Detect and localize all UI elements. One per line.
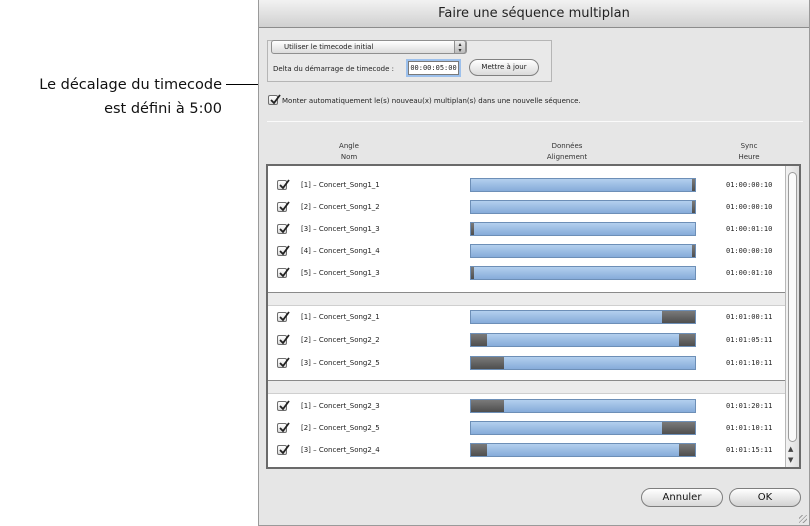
sync-time: 01:01:00:11	[726, 313, 773, 321]
alignment-bar	[470, 399, 696, 413]
checkmark-icon	[279, 311, 290, 322]
column-header-sync: Sync Heure	[719, 141, 779, 163]
sync-time: 01:00:01:10	[726, 269, 773, 277]
callout-line-2: est défini à 5:00	[104, 101, 222, 117]
sync-time: 01:00:00:10	[726, 203, 773, 211]
clip-name: [2] – Concert_Song2_5	[301, 424, 380, 432]
cancel-button[interactable]: Annuler	[641, 488, 723, 507]
sync-time: 01:01:15:11	[726, 446, 773, 454]
sync-time: 01:01:05:11	[726, 336, 773, 344]
clip-name: [2] – Concert_Song1_2	[301, 203, 380, 211]
alignment-bar	[470, 421, 696, 435]
multiclip-dialog: Faire une séquence multiplan Utiliser le…	[258, 0, 810, 526]
row-checkbox[interactable]	[277, 422, 290, 433]
checkmark-icon	[279, 334, 290, 345]
row-checkbox[interactable]	[277, 400, 290, 411]
checkmark-icon	[279, 357, 290, 368]
clip-name: [3] – Concert_Song2_4	[301, 446, 380, 454]
alignment-bar	[470, 333, 696, 347]
group-separator	[268, 292, 785, 306]
sync-time: 01:01:20:11	[726, 402, 773, 410]
checkmark-icon	[279, 422, 290, 433]
sync-time: 01:00:01:10	[726, 225, 773, 233]
row-checkbox[interactable]	[277, 223, 290, 234]
row-checkbox[interactable]	[277, 201, 290, 212]
update-button[interactable]: Mettre à jour	[469, 59, 539, 76]
row-checkbox[interactable]	[277, 444, 290, 455]
column-header-angle: Angle Nom	[319, 141, 379, 163]
alignment-bar	[470, 222, 696, 236]
dialog-title: Faire une séquence multiplan	[259, 0, 809, 28]
checkmark-icon	[270, 94, 281, 105]
row-checkbox[interactable]	[277, 267, 290, 278]
checkmark-icon	[279, 400, 290, 411]
row-checkbox[interactable]	[277, 311, 290, 322]
header-name: Nom	[340, 153, 358, 161]
divider	[267, 121, 803, 122]
auto-open-label: Monter automatiquement le(s) nouveau(x) …	[282, 97, 581, 105]
clip-name: [2] – Concert_Song2_2	[301, 336, 380, 344]
alignment-bar	[470, 200, 696, 214]
column-header-data: Données Alignement	[527, 141, 607, 163]
header-time: Heure	[738, 153, 760, 161]
clip-name: [3] – Concert_Song2_5	[301, 359, 380, 367]
ok-button[interactable]: OK	[729, 488, 801, 507]
row-checkbox[interactable]	[277, 245, 290, 256]
header-alignment: Alignement	[546, 153, 588, 161]
delta-label: Delta du démarrage de timecode :	[273, 65, 395, 73]
scroll-thumb[interactable]	[788, 172, 797, 442]
checkmark-icon	[279, 223, 290, 234]
clip-name: [1] – Concert_Song1_1	[301, 181, 380, 189]
clip-name: [3] – Concert_Song1_3	[301, 225, 380, 233]
auto-open-checkbox[interactable]	[268, 94, 281, 105]
header-sync: Sync	[740, 142, 758, 150]
alignment-bar	[470, 178, 696, 192]
checkmark-icon	[279, 267, 290, 278]
callout-line-1: Le décalage du timecode	[39, 77, 222, 93]
delta-timecode-field[interactable]: 00:00:05:00	[408, 61, 459, 75]
row-checkbox[interactable]	[277, 357, 290, 368]
vertical-scrollbar[interactable]: ▲ ▼	[785, 166, 799, 467]
row-checkbox[interactable]	[277, 334, 290, 345]
callout-text: Le décalage du timecode est défini à 5:0…	[0, 73, 222, 121]
clip-name: [4] – Concert_Song1_4	[301, 247, 380, 255]
checkmark-icon	[279, 245, 290, 256]
clip-name: [5] – Concert_Song1_3	[301, 269, 380, 277]
alignment-bar	[470, 356, 696, 370]
clip-name: [1] – Concert_Song2_3	[301, 402, 380, 410]
scroll-up-arrow-icon[interactable]: ▲	[788, 445, 793, 453]
clip-name: [1] – Concert_Song2_1	[301, 313, 380, 321]
row-checkbox[interactable]	[277, 179, 290, 190]
group-separator	[268, 380, 785, 394]
alignment-bar	[470, 443, 696, 457]
up-down-arrows-icon: ▴ ▾	[454, 40, 466, 54]
sync-time: 01:00:00:10	[726, 181, 773, 189]
timecode-popup[interactable]: Utiliser le timecode initial ▴ ▾	[271, 40, 467, 54]
resize-grip-icon[interactable]	[799, 515, 807, 523]
scroll-down-arrow-icon[interactable]: ▼	[788, 456, 793, 464]
checkmark-icon	[279, 179, 290, 190]
checkmark-icon	[279, 201, 290, 212]
clip-list[interactable]: [1] – Concert_Song1_1 01:00:00:10 [2] – …	[266, 164, 801, 469]
timecode-popup-label: Utiliser le timecode initial	[284, 43, 374, 51]
checkmark-icon	[279, 444, 290, 455]
sync-time: 01:00:00:10	[726, 247, 773, 255]
sync-time: 01:01:10:11	[726, 424, 773, 432]
header-data: Données	[551, 142, 583, 150]
alignment-bar	[470, 310, 696, 324]
alignment-bar	[470, 266, 696, 280]
sync-time: 01:01:10:11	[726, 359, 773, 367]
header-angle: Angle	[339, 142, 359, 150]
alignment-bar	[470, 244, 696, 258]
